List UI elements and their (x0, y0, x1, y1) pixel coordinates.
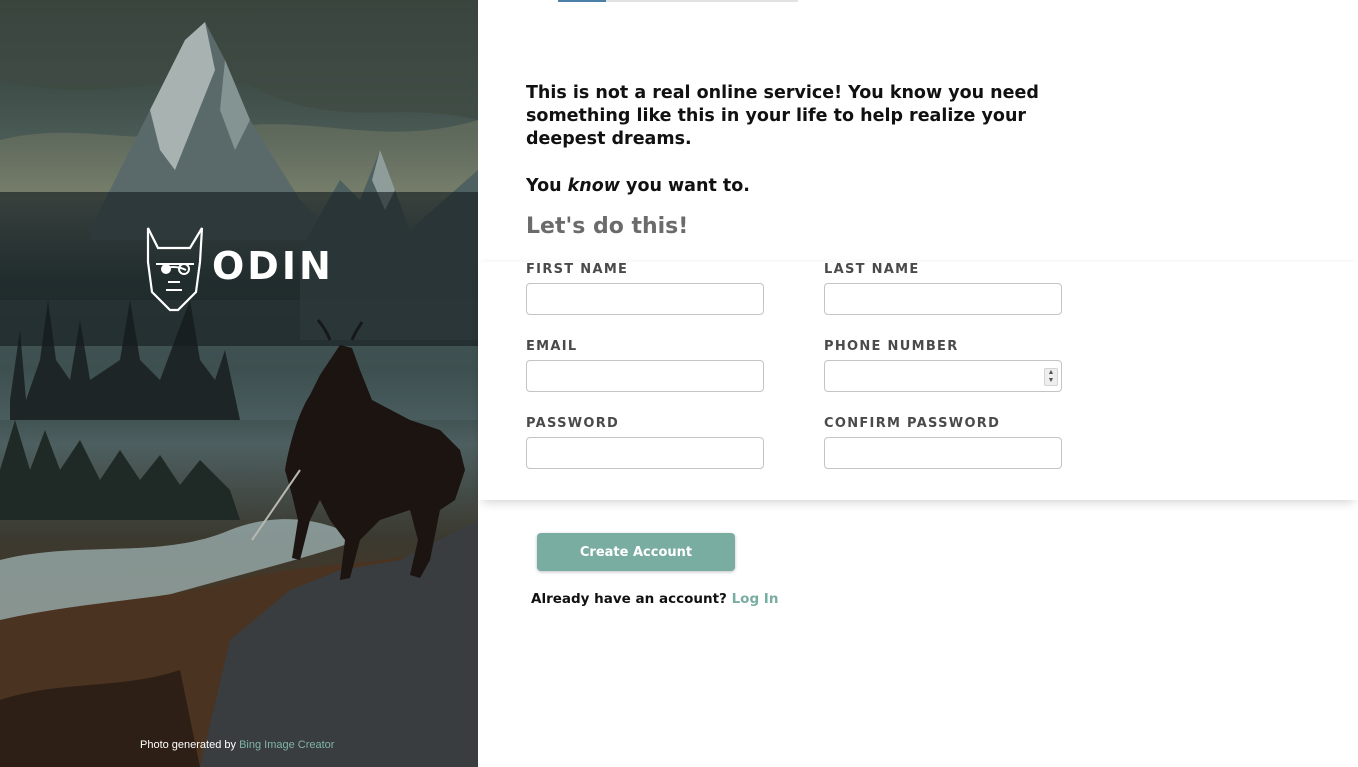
bing-image-creator-link[interactable]: Bing Image Creator (239, 739, 334, 751)
intro-text: This is not a real online service! You k… (526, 82, 1086, 198)
phone-number-field: PHONE NUMBER ▲ ▼ (824, 339, 1062, 392)
hero-panel: ODIN Photo generated by Bing Image Creat… (0, 0, 478, 767)
intro-text-post: you want to. (619, 176, 750, 196)
intro-paragraph-1: This is not a real online service! You k… (526, 83, 1039, 149)
login-prompt-text: Already have an account? (531, 591, 732, 607)
phone-number-input[interactable] (824, 360, 1062, 392)
intro-text-pre: You (526, 176, 568, 196)
create-account-button[interactable]: Create Account (537, 533, 735, 571)
email-field: EMAIL (526, 339, 764, 392)
number-spinner-icon[interactable]: ▲ ▼ (1044, 368, 1058, 386)
form-heading: Let's do this! (526, 214, 689, 239)
email-label: EMAIL (526, 339, 578, 354)
intro-paragraph-2: You know you want to. (526, 175, 1086, 198)
intro-emphasis: know (567, 176, 620, 196)
brand-name: ODIN (212, 244, 334, 288)
hero-background-image (0, 0, 478, 767)
confirm-password-input[interactable] (824, 437, 1062, 469)
password-field: PASSWORD (526, 416, 764, 469)
top-progress-bar (558, 0, 798, 2)
password-input[interactable] (526, 437, 764, 469)
email-input[interactable] (526, 360, 764, 392)
last-name-field: LAST NAME (824, 262, 1062, 315)
login-prompt: Already have an account? Log In (531, 591, 778, 607)
signup-page: ODIN Photo generated by Bing Image Creat… (0, 0, 1358, 767)
first-name-field: FIRST NAME (526, 262, 764, 315)
phone-number-label: PHONE NUMBER (824, 339, 959, 354)
photo-credit-prefix: Photo generated by (140, 739, 240, 751)
first-name-label: FIRST NAME (526, 262, 629, 277)
first-name-input[interactable] (526, 283, 764, 315)
last-name-input[interactable] (824, 283, 1062, 315)
last-name-label: LAST NAME (824, 262, 920, 277)
progress-accent (558, 0, 606, 2)
signup-form: FIRST NAME LAST NAME EMAIL PHONE NUMBER … (478, 262, 1358, 500)
password-label: PASSWORD (526, 416, 620, 431)
log-in-link[interactable]: Log In (732, 591, 779, 607)
confirm-password-label: CONFIRM PASSWORD (824, 416, 1001, 431)
confirm-password-field: CONFIRM PASSWORD (824, 416, 1062, 469)
photo-credit: Photo generated by Bing Image Creator (140, 739, 334, 751)
